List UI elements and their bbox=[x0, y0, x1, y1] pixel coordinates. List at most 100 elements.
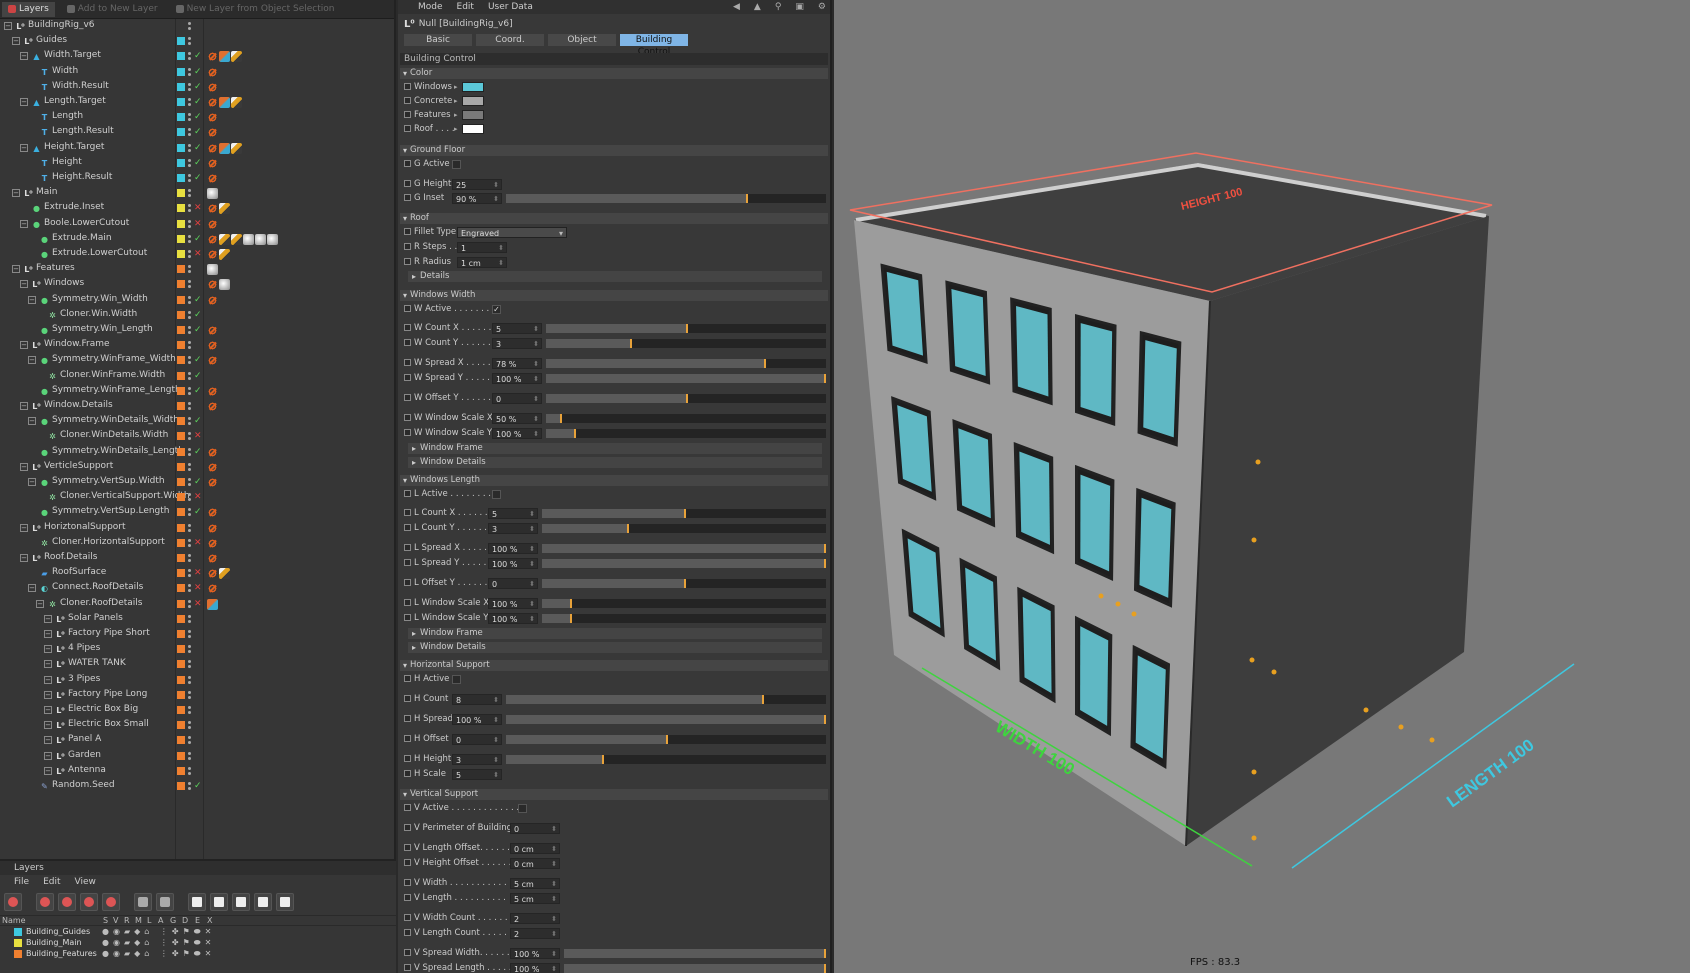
disabled-cross-icon[interactable]: ✕ bbox=[194, 431, 202, 441]
layer-color-swatch[interactable] bbox=[177, 113, 185, 122]
group-windows-length[interactable]: Windows Length bbox=[400, 475, 828, 486]
layer-color-swatch[interactable] bbox=[177, 310, 185, 319]
expand-toggle-icon[interactable]: − bbox=[28, 295, 36, 304]
3d-viewport[interactable]: HEIGHT 100 WIDTH 100 LENGTH 100 FPS : 83… bbox=[834, 0, 1690, 973]
tree-item[interactable]: ✲ Cloner.Win.Width ✓ bbox=[0, 308, 396, 323]
visibility-dots[interactable] bbox=[188, 508, 191, 517]
value-field[interactable]: 0 bbox=[452, 734, 502, 746]
layer-color-swatch[interactable] bbox=[177, 645, 185, 654]
tree-item[interactable]: ▰ RoofSurface ✕ bbox=[0, 566, 396, 581]
g-height-field[interactable]: 25 bbox=[452, 179, 502, 191]
expand-toggle-icon[interactable]: − bbox=[44, 614, 52, 623]
lock-icon[interactable]: ▣ bbox=[795, 2, 804, 12]
value-slider[interactable] bbox=[506, 194, 826, 203]
expand-toggle-icon[interactable]: − bbox=[36, 599, 44, 608]
tree-item[interactable]: − ● Symmetry.WinDetails_Width ✓ bbox=[0, 414, 396, 429]
value-field[interactable]: 100 % bbox=[488, 613, 538, 625]
layer-color-swatch[interactable] bbox=[14, 949, 22, 958]
color-expand-icon[interactable]: ▸ bbox=[454, 81, 458, 94]
visibility-dots[interactable] bbox=[188, 174, 191, 182]
layer-color-swatch[interactable] bbox=[177, 234, 185, 243]
value-slider[interactable] bbox=[546, 394, 826, 403]
visibility-dots[interactable] bbox=[188, 554, 191, 562]
tree-item[interactable]: − L⁰ Roof.Details bbox=[0, 551, 396, 566]
visibility-dots[interactable] bbox=[188, 478, 191, 486]
keyframe-toggle-icon[interactable] bbox=[404, 324, 411, 331]
layer-column-header[interactable]: M bbox=[135, 916, 142, 925]
value-field[interactable]: 5 bbox=[452, 769, 502, 781]
value-field[interactable]: 5 bbox=[492, 323, 542, 335]
expand-toggle-icon[interactable]: − bbox=[20, 143, 28, 152]
layer-color-swatch[interactable] bbox=[177, 402, 185, 410]
layer-color-swatch[interactable] bbox=[177, 538, 185, 547]
layer-column-header[interactable]: V bbox=[113, 916, 118, 925]
visibility-dots[interactable] bbox=[188, 265, 191, 274]
xpresso-tag-icon[interactable] bbox=[207, 598, 218, 610]
phong-tag-icon[interactable] bbox=[219, 568, 230, 580]
protection-tag-icon[interactable] bbox=[207, 51, 218, 63]
visibility-dots[interactable] bbox=[188, 569, 191, 578]
group-color[interactable]: Color bbox=[400, 68, 828, 79]
visibility-dots[interactable] bbox=[188, 219, 191, 228]
protection-tag-icon[interactable] bbox=[207, 355, 218, 367]
value-field[interactable]: 100 % bbox=[452, 714, 502, 726]
details-subgroup[interactable]: Details bbox=[408, 271, 822, 282]
value-field[interactable]: 78 % bbox=[492, 358, 542, 370]
value-field[interactable]: 3 bbox=[452, 754, 502, 766]
tree-item[interactable]: − L⁰ Garden bbox=[0, 749, 396, 764]
slider-knob[interactable] bbox=[570, 599, 573, 608]
expand-toggle-icon[interactable]: − bbox=[20, 341, 28, 350]
value-field[interactable]: 50 % bbox=[492, 413, 542, 425]
slider-knob[interactable] bbox=[824, 949, 826, 958]
tree-item[interactable]: − ● Symmetry.VertSup.Width ✓ bbox=[0, 475, 396, 490]
protection-tag-icon[interactable] bbox=[207, 203, 218, 215]
keyframe-toggle-icon[interactable] bbox=[404, 599, 411, 606]
protection-tag-icon[interactable] bbox=[207, 385, 218, 397]
protection-tag-icon[interactable] bbox=[207, 325, 218, 336]
keyframe-toggle-icon[interactable] bbox=[404, 844, 411, 851]
group-windows-width[interactable]: Windows Width bbox=[400, 290, 828, 301]
layer-color-swatch[interactable] bbox=[177, 706, 185, 714]
protection-tag-icon[interactable] bbox=[207, 401, 218, 412]
value-field[interactable]: 100 % bbox=[510, 948, 560, 960]
value-slider[interactable] bbox=[506, 755, 826, 764]
keyframe-toggle-icon[interactable] bbox=[404, 755, 411, 762]
tree-item[interactable]: ✲ Cloner.VerticalSupport.Width ✕ bbox=[0, 490, 396, 505]
group-roof[interactable]: Roof bbox=[400, 213, 828, 224]
tree-item[interactable]: ✲ Cloner.WinDetails.Width ✕ bbox=[0, 429, 396, 444]
expand-toggle-icon[interactable]: − bbox=[28, 584, 36, 593]
keyframe-toggle-icon[interactable] bbox=[404, 879, 411, 886]
tree-item[interactable]: − L⁰ Main bbox=[0, 186, 396, 201]
visibility-dots[interactable] bbox=[188, 98, 191, 106]
visibility-dots[interactable] bbox=[188, 143, 191, 152]
keyframe-toggle-icon[interactable] bbox=[404, 579, 411, 586]
enabled-check-icon[interactable]: ✓ bbox=[194, 325, 202, 335]
enabled-check-icon[interactable]: ✓ bbox=[194, 82, 202, 92]
enabled-check-icon[interactable]: ✓ bbox=[194, 295, 202, 305]
layer-color-swatch[interactable] bbox=[177, 721, 185, 730]
tree-item[interactable]: − ● Symmetry.WinFrame_Width ✓ bbox=[0, 353, 396, 368]
layer-color-swatch[interactable] bbox=[177, 478, 185, 486]
value-slider[interactable] bbox=[564, 964, 826, 973]
visibility-dots[interactable] bbox=[188, 462, 191, 471]
enabled-check-icon[interactable]: ✓ bbox=[194, 371, 202, 381]
protection-tag-icon[interactable] bbox=[207, 340, 218, 352]
expand-toggle-icon[interactable]: − bbox=[28, 417, 36, 426]
visibility-dots[interactable] bbox=[188, 447, 191, 456]
keyframe-toggle-icon[interactable] bbox=[404, 914, 411, 921]
slider-knob[interactable] bbox=[686, 394, 688, 403]
group-vertical-support[interactable]: Vertical Support bbox=[400, 789, 828, 800]
value-slider[interactable] bbox=[542, 544, 826, 553]
disabled-cross-icon[interactable]: ✕ bbox=[194, 492, 202, 502]
protection-tag-icon[interactable] bbox=[207, 568, 218, 580]
material-tag-icon[interactable] bbox=[207, 264, 218, 276]
keyframe-toggle-icon[interactable] bbox=[404, 770, 411, 777]
protection-tag-icon[interactable] bbox=[207, 477, 218, 488]
visibility-dots[interactable] bbox=[188, 341, 191, 350]
tree-item[interactable]: − L⁰ 4 Pipes bbox=[0, 642, 396, 657]
layer-color-swatch[interactable] bbox=[177, 447, 185, 456]
tree-item[interactable]: T Height ✓ bbox=[0, 156, 396, 171]
layer-color-swatch[interactable] bbox=[177, 219, 185, 228]
tree-item[interactable]: − ◐ Connect.RoofDetails ✕ bbox=[0, 581, 396, 596]
tree-item[interactable]: − L⁰ VerticleSupport bbox=[0, 460, 396, 475]
